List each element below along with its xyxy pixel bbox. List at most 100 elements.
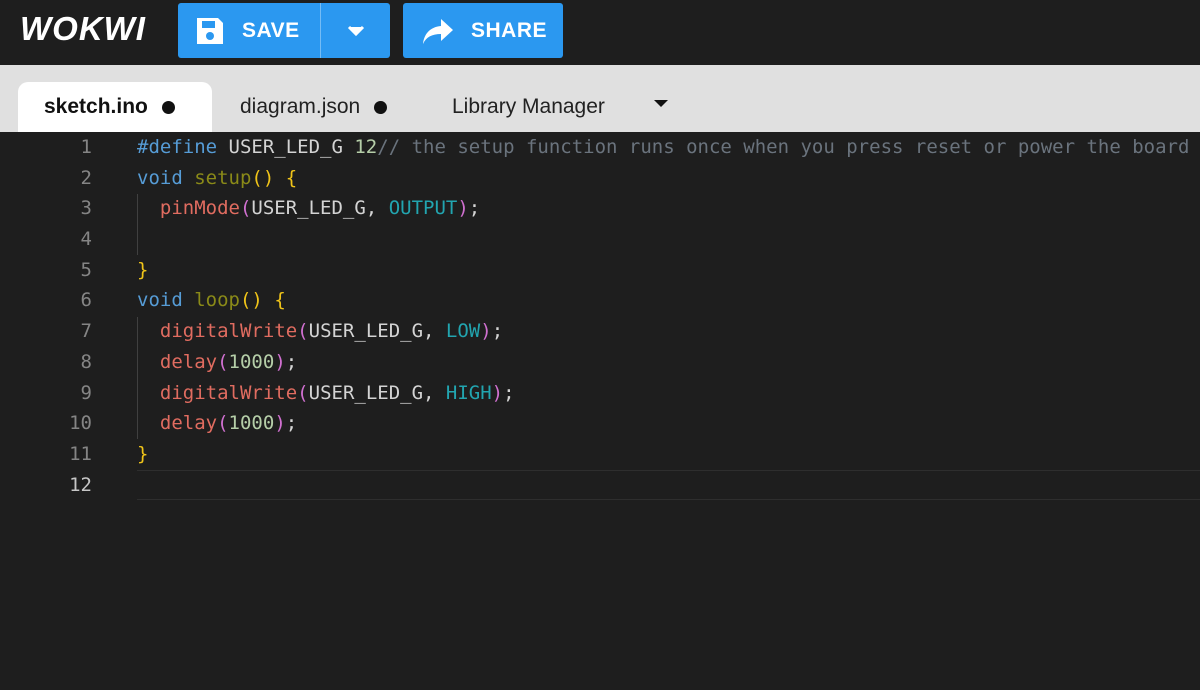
tab-label: sketch.ino [44,95,148,118]
code-token: HIGH [445,381,492,404]
code-line[interactable]: pinMode(USER_LED_G, OUTPUT); [137,193,1200,224]
code-token: ( [217,350,229,373]
floppy-disk-icon [197,17,223,44]
code-token: digitalWrite [159,320,298,343]
code-editor[interactable]: 1 2 3 4 5 6 7 8 9 10 11 12 #define USER_LED_G 12// … [0,132,1200,690]
code-token: ; [468,197,481,220]
save-button-group: SAVE [178,3,390,58]
code-token: ; [503,381,515,404]
code-token: // the setup function runs once when you… [377,136,1190,158]
tab-library-manager[interactable]: Library Manager [452,82,605,132]
code-token: ; [285,350,298,373]
code-line[interactable]: } [137,439,1200,470]
wokwi-logo[interactable]: WOKWI [20,8,160,48]
code-token: () [239,289,263,312]
code-token: OUTPUT [388,197,458,220]
tab-sketch-ino[interactable]: sketch.ino [18,82,212,132]
line-number: 8 [80,350,92,373]
tab-label: Library Manager [452,95,605,118]
code-token: digitalWrite [159,381,298,404]
tab-label: diagram.json [240,95,361,118]
code-token: { [274,289,286,312]
save-label: SAVE [242,18,300,42]
code-token: 1000 [228,412,275,435]
line-number: 11 [69,442,92,465]
line-number: 1 [80,136,92,158]
code-token: USER_LED_G, [308,320,446,343]
code-token: ( [297,320,309,343]
code-token: #define [137,136,218,158]
svg-text:WOKWI: WOKWI [20,10,146,47]
code-line[interactable]: delay(1000); [137,347,1200,378]
code-token: loop [194,289,240,312]
unsaved-dot-icon [161,100,175,114]
code-token: LOW [445,320,481,343]
code-token: setup [194,166,252,189]
code-line[interactable]: digitalWrite(USER_LED_G, HIGH); [137,378,1200,409]
share-button[interactable]: SHARE [403,3,563,58]
code-line[interactable] [137,224,1200,255]
file-tabs: sketch.ino diagram.json Library Manager [0,65,1200,132]
code-token: ; [491,320,504,343]
code-line[interactable]: void loop() { [137,285,1200,316]
code-token: 1000 [228,350,275,373]
line-number: 9 [80,381,92,404]
code-token: ) [274,350,286,373]
line-number: 5 [80,258,92,281]
code-token: ( [239,197,252,220]
code-token: void [137,289,183,312]
code-token: delay [159,350,218,373]
code-line[interactable]: } [137,255,1200,286]
save-options-dropdown[interactable] [321,3,390,58]
code-token: ) [457,197,469,220]
code-token: ) [274,412,286,435]
code-token: USER_LED_G, [308,381,446,404]
code-token: ) [480,320,492,343]
line-number: 2 [80,166,92,189]
code-token: ) [491,381,504,404]
top-toolbar: WOKWI SAVE SHARE [0,0,1200,65]
tab-diagram-json[interactable]: diagram.json [240,82,388,132]
line-number: 12 [69,473,92,496]
code-token: } [137,258,149,281]
code-token: 12 [354,136,378,158]
code-token: void [137,166,183,189]
share-label: SHARE [471,18,548,42]
code-line[interactable]: #define USER_LED_G 12// the setup functi… [137,132,1200,163]
share-arrow-icon [423,18,453,44]
code-token: () [251,166,275,189]
code-line[interactable]: digitalWrite(USER_LED_G, LOW); [137,316,1200,347]
line-number: 6 [80,289,92,312]
unsaved-dot-icon [374,100,388,114]
line-number: 10 [69,412,92,435]
code-token: ( [297,381,309,404]
code-token: ( [217,412,229,435]
code-line[interactable]: delay(1000); [137,408,1200,439]
code-line[interactable]: void setup() { [137,163,1200,194]
code-lines[interactable]: #define USER_LED_G 12// the setup functi… [137,132,1200,501]
tabs-menu-caret-icon[interactable] [654,100,668,107]
save-button[interactable]: SAVE [178,3,320,58]
code-token: ; [285,412,298,435]
line-number: 4 [80,228,92,251]
code-token: pinMode [159,197,240,220]
chevron-down-icon [347,25,364,36]
line-number: 3 [80,197,92,220]
code-line[interactable] [137,469,1200,501]
line-number-gutter: 1 2 3 4 5 6 7 8 9 10 11 12 [0,132,110,500]
code-token: } [137,442,149,465]
line-number: 7 [80,320,92,343]
code-token: { [285,166,298,189]
code-token: delay [159,412,218,435]
code-token: USER_LED_G, [251,197,389,220]
code-token: USER_LED_G [217,136,355,158]
